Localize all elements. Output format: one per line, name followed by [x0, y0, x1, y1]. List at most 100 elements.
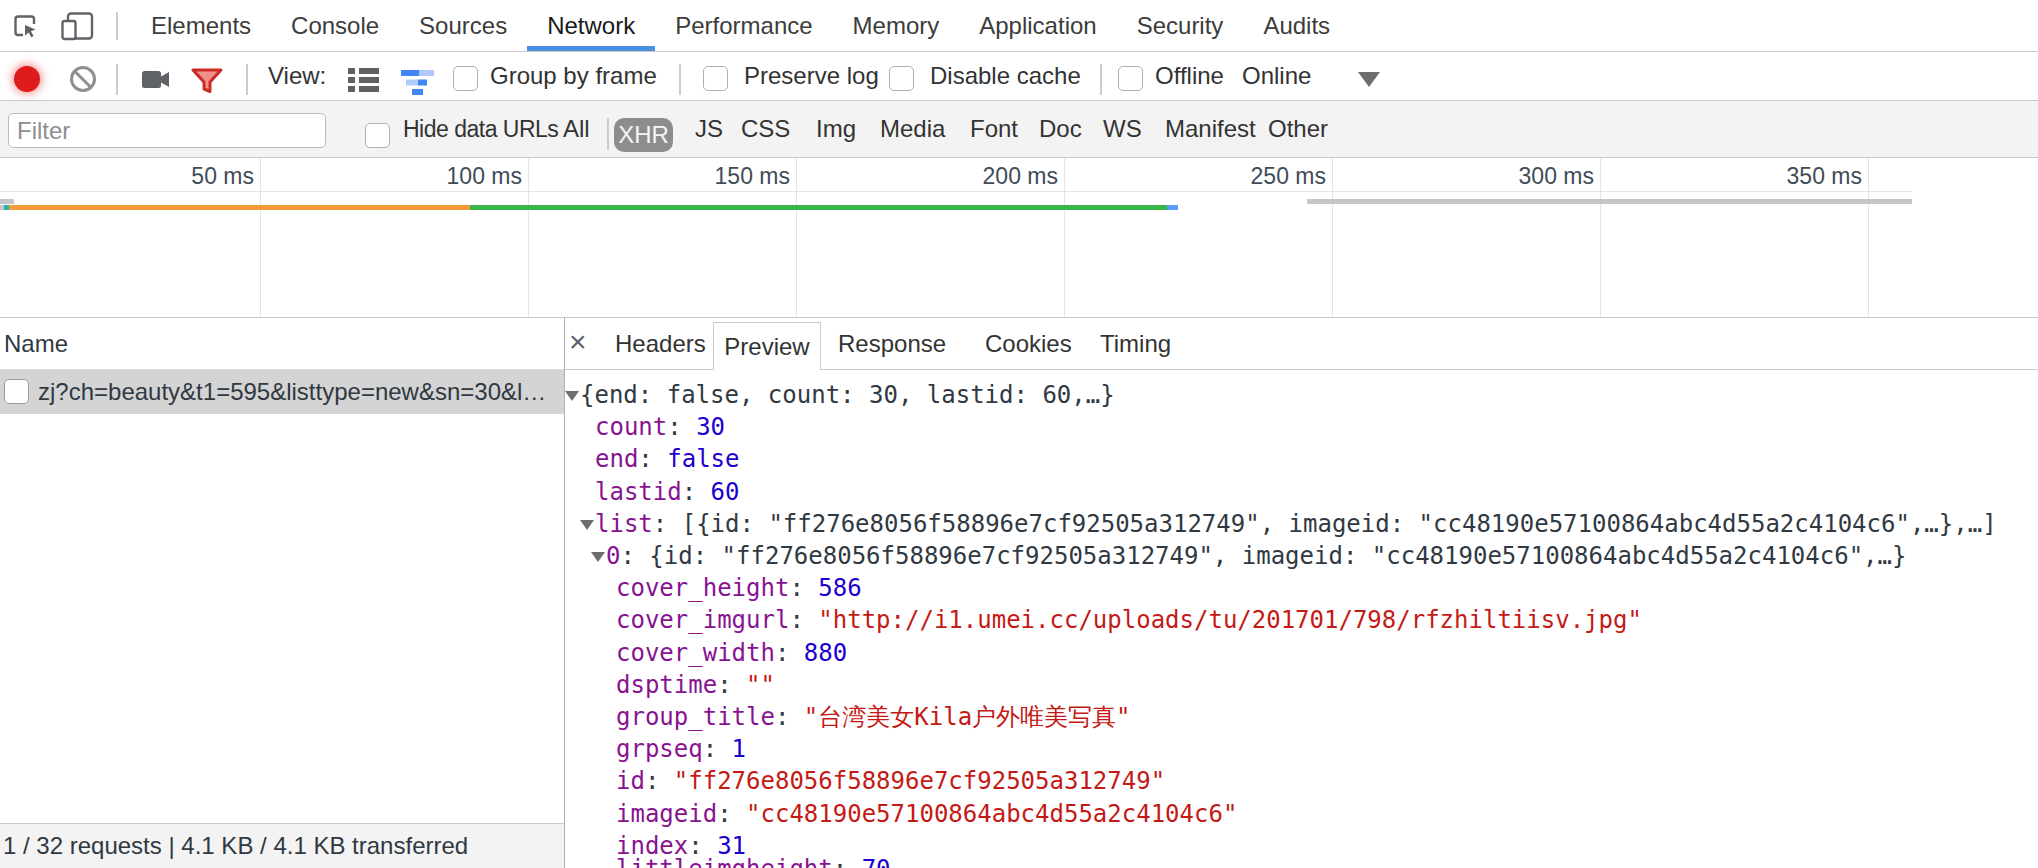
toolbar-separator: [1100, 64, 1102, 95]
request-checkbox[interactable]: [4, 379, 29, 404]
tab-sources[interactable]: Sources: [399, 0, 527, 51]
filter-funnel-icon[interactable]: [191, 68, 223, 94]
inspect-icon[interactable]: [12, 13, 39, 40]
clear-icon[interactable]: [69, 65, 97, 93]
disable-cache-checkbox[interactable]: [889, 66, 914, 91]
detail-tab-bar: × HeadersPreview Response Cookies Timing: [565, 318, 2038, 370]
group-by-frame-checkbox[interactable]: [453, 66, 478, 91]
json-key: id: [616, 767, 645, 795]
overview-time-label: 250 ms: [1206, 163, 1326, 190]
detail-panel: {end: false, count: 30, lastid: 60,…}cou…: [565, 318, 2038, 868]
json-number: 880: [804, 639, 847, 667]
overview-gridline: [796, 158, 797, 317]
preview-tree-line: id: "ff276e8056f58896e7cf92505a312749": [616, 765, 1165, 797]
json-number: 70: [862, 855, 891, 868]
preview-tree-line: cover_imgurl: "http://i1.umei.cc/uploads…: [616, 604, 1642, 636]
group-by-frame-label: Group by frame: [490, 52, 657, 100]
overview-time-label: 350 ms: [1742, 163, 1862, 190]
detail-tab-response[interactable]: Response: [838, 318, 946, 370]
json-text: :: [682, 478, 711, 506]
filter-pill-img[interactable]: Img: [816, 101, 856, 157]
overview-time-label: 200 ms: [938, 163, 1058, 190]
expander-triangle-icon[interactable]: [591, 552, 605, 562]
filter-pill-xhr[interactable]: XHR: [614, 118, 673, 152]
filter-pill-css[interactable]: CSS: [741, 101, 790, 157]
overview-bar-gray-right: [1307, 199, 1912, 204]
json-text: : [{id: "ff276e8056f58896e7cf92505a31274…: [653, 510, 1997, 538]
expander-triangle-icon[interactable]: [565, 391, 579, 401]
json-text: :: [717, 800, 746, 828]
json-string: "ff276e8056f58896e7cf92505a312749": [674, 767, 1165, 795]
json-number: 586: [818, 574, 861, 602]
filter-pill-doc[interactable]: Doc: [1039, 101, 1082, 157]
name-column-header[interactable]: Name: [0, 318, 564, 370]
tab-performance[interactable]: Performance: [655, 0, 832, 51]
filter-pill-ws[interactable]: WS: [1103, 101, 1142, 157]
toolbar-separator: [116, 64, 118, 95]
overview-gridline: [260, 158, 261, 317]
screenshot-camera-icon[interactable]: [142, 71, 169, 88]
json-text: :: [775, 703, 804, 731]
json-number: false: [667, 445, 739, 473]
preview-tree-line: group_title: "台湾美女Kila户外唯美写真": [616, 701, 1131, 733]
tab-audits[interactable]: Audits: [1243, 0, 1350, 51]
device-toolbar-icon[interactable]: [61, 12, 94, 41]
tab-security[interactable]: Security: [1117, 0, 1244, 51]
offline-checkbox[interactable]: [1118, 66, 1143, 91]
filter-pill-all[interactable]: All: [563, 101, 590, 157]
json-string: "": [746, 671, 775, 699]
view-label: View:: [268, 52, 326, 100]
list-view-icon[interactable]: [348, 67, 379, 93]
json-number: 1: [732, 735, 746, 763]
status-text: 1 / 32 requests | 4.1 KB / 4.1 KB transf…: [3, 824, 468, 868]
preview-tree-line: count: 30: [595, 411, 725, 443]
json-number: 60: [711, 478, 740, 506]
disable-cache-label: Disable cache: [930, 52, 1081, 100]
filter-pill-manifest[interactable]: Manifest: [1165, 101, 1256, 157]
json-key: grpseq: [616, 735, 703, 763]
expander-triangle-icon[interactable]: [580, 520, 594, 530]
request-row[interactable]: zj?ch=beauty&t1=595&listtype=new&sn=30&l…: [0, 370, 564, 414]
tab-elements[interactable]: Elements: [131, 0, 271, 51]
tab-application[interactable]: Application: [959, 0, 1116, 51]
close-icon[interactable]: ×: [569, 325, 587, 359]
record-button[interactable]: [14, 66, 40, 92]
detail-tab-cookies[interactable]: Cookies: [985, 318, 1072, 370]
json-text: :: [638, 445, 667, 473]
json-key: cover_height: [616, 574, 789, 602]
overview-time-label: 50 ms: [134, 163, 254, 190]
json-key: list: [595, 510, 653, 538]
hide-data-urls-checkbox[interactable]: [365, 123, 390, 148]
requests-panel: Name zj?ch=beauty&t1=595&listtype=new&sn…: [0, 318, 564, 868]
json-text: :: [667, 413, 696, 441]
detail-tab-timing[interactable]: Timing: [1100, 318, 1171, 370]
tab-network[interactable]: Network: [527, 0, 655, 51]
waterfall-view-icon[interactable]: [401, 70, 434, 95]
network-overview[interactable]: 50 ms100 ms150 ms200 ms250 ms300 ms350 m…: [0, 158, 2038, 318]
tab-memory[interactable]: Memory: [833, 0, 960, 51]
devtools-tab-bar: ElementsConsoleSourcesNetworkPerformance…: [0, 0, 2038, 52]
json-key: imageid: [616, 800, 717, 828]
throttling-dropdown-icon[interactable]: [1358, 72, 1380, 87]
preview-tree-line: imageid: "cc48190e57100864abc4d55a2c4104…: [616, 798, 1237, 830]
filter-bar: Hide data URLs AllXHRJSCSSImgMediaFontDo…: [0, 101, 2038, 158]
throttling-value[interactable]: Online: [1242, 52, 1311, 100]
json-text: :: [645, 767, 674, 795]
detail-tab-preview[interactable]: Preview: [713, 322, 821, 370]
network-toolbar: View: Group by frame Preserve log Disabl…: [0, 52, 2038, 101]
detail-tab-headers[interactable]: Headers: [615, 318, 706, 370]
filter-pill-font[interactable]: Font: [970, 101, 1018, 157]
overview-gridline: [528, 158, 529, 317]
filter-pill-media[interactable]: Media: [880, 101, 945, 157]
preserve-log-checkbox[interactable]: [703, 66, 728, 91]
pill-separator: [607, 118, 609, 150]
json-text: :: [789, 574, 818, 602]
filter-pill-js[interactable]: JS: [695, 101, 723, 157]
status-bar: 1 / 32 requests | 4.1 KB / 4.1 KB transf…: [0, 823, 564, 868]
tab-console[interactable]: Console: [271, 0, 399, 51]
preview-tree-line: grpseq: 1: [616, 733, 746, 765]
filter-input[interactable]: [8, 113, 326, 148]
preserve-log-label: Preserve log: [744, 52, 879, 100]
preview-tree-line: list: [{id: "ff276e8056f58896e7cf92505a3…: [595, 508, 1997, 540]
filter-pill-other[interactable]: Other: [1268, 101, 1328, 157]
